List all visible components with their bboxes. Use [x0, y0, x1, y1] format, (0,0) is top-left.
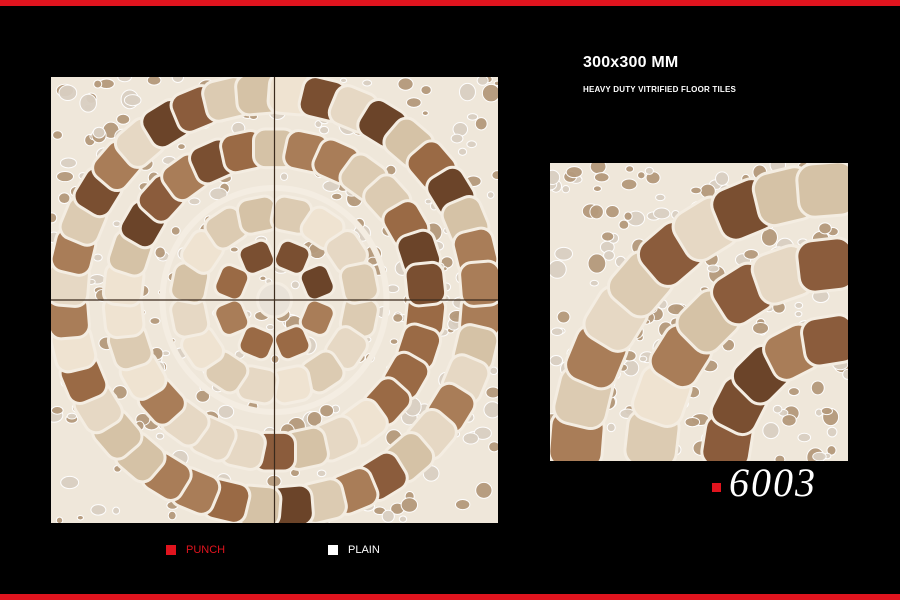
tile-size-title: 300x300 MM: [583, 54, 679, 71]
single-tile-image: [550, 163, 848, 461]
tile-description: HEAVY DUTY VITRIFIED FLOOR TILES: [583, 85, 737, 94]
top-red-bar: [0, 0, 900, 6]
plain-label: PLAIN: [348, 544, 380, 556]
single-tile-quarter-circle-icon: [550, 163, 848, 461]
punch-label: PUNCH: [186, 544, 226, 556]
catalog-page: 300x300 MM HEAVY DUTY VITRIFIED FLOOR TI…: [0, 0, 900, 600]
product-code-marker: [712, 482, 721, 492]
legend-plain: PLAIN: [328, 544, 380, 556]
bottom-red-bar: [0, 594, 900, 600]
four-tile-circle-pattern-icon: [51, 77, 498, 523]
legend-punch: PUNCH: [166, 544, 225, 556]
product-code: 6003: [729, 460, 817, 505]
laid-tile-pattern-image: [51, 77, 498, 523]
punch-swatch: [166, 545, 176, 555]
plain-swatch: [328, 545, 338, 555]
product-code-block: 6003: [712, 462, 817, 504]
